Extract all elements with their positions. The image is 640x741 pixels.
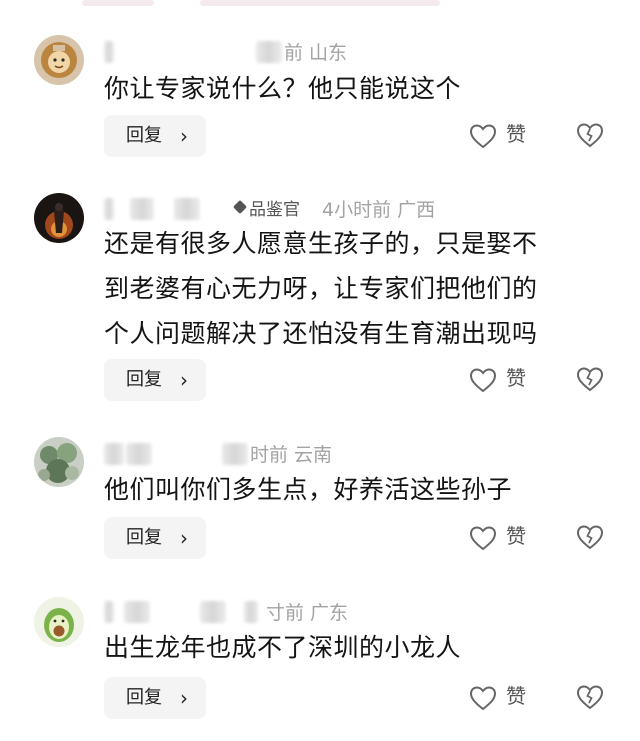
username-blurred	[200, 601, 226, 623]
like-button[interactable]: 赞	[468, 364, 538, 396]
reply-label: 回复	[126, 125, 162, 146]
broken-heart-icon	[576, 525, 604, 550]
dislike-button[interactable]	[575, 365, 605, 395]
broken-heart-icon	[576, 367, 604, 392]
comment-line: 你让专家说什么？他只能说这个	[104, 74, 462, 103]
chevron-right-icon: ›	[180, 686, 188, 710]
heart-outline-icon	[469, 526, 497, 551]
comment-meta: 寸前 广东	[104, 598, 444, 624]
like-label: 赞	[506, 684, 526, 708]
username-blurred	[256, 41, 282, 63]
comment-line: 个人问题解决了还怕没有生育潮出现吗	[104, 319, 538, 348]
reply-button[interactable]: 回复 ›	[104, 115, 206, 157]
like-label: 赞	[506, 122, 526, 146]
chevron-right-icon: ›	[180, 368, 188, 392]
dislike-button[interactable]	[575, 683, 605, 713]
username-blurred	[104, 41, 114, 63]
username-blurred	[104, 443, 124, 465]
comment-text: 你让专家说什么？他只能说这个	[104, 66, 461, 111]
username-blurred	[174, 198, 200, 220]
like-label: 赞	[506, 366, 526, 390]
comment-meta: 品鉴官 4小时前 广西	[104, 195, 484, 221]
reply-label: 回复	[126, 527, 162, 548]
heart-outline-icon	[469, 124, 497, 149]
avatar[interactable]	[34, 193, 84, 243]
comment-line: 他们叫你们多生点，好养活这些孙子	[104, 475, 513, 504]
like-button[interactable]: 赞	[468, 682, 538, 714]
dislike-button[interactable]	[575, 523, 605, 553]
comment-meta: 时前 云南	[104, 440, 404, 466]
avatar[interactable]	[34, 597, 84, 647]
avatar[interactable]	[34, 437, 84, 487]
comment-text: 他们叫你们多生点，好养活这些孙子	[104, 467, 512, 512]
time-location: 4小时前 广西	[322, 199, 436, 221]
username-blurred	[244, 601, 258, 623]
comment-meta: 前 山东	[104, 38, 404, 64]
username-blurred	[222, 443, 248, 465]
reply-button[interactable]: 回复 ›	[104, 359, 206, 401]
time-location: 寸前 广东	[266, 602, 349, 624]
time-location: 时前 云南	[250, 444, 333, 466]
reply-button[interactable]: 回复 ›	[104, 677, 206, 719]
reply-label: 回复	[126, 687, 162, 708]
comment-line: 还是有很多人愿意生孩子的，只是娶不	[104, 229, 538, 258]
comment-line: 到老婆有心无力呀，让专家们把他们的	[104, 274, 538, 303]
user-badge: 品鉴官	[249, 195, 300, 220]
reply-label: 回复	[126, 369, 162, 390]
like-button[interactable]: 赞	[468, 120, 538, 152]
broken-heart-icon	[576, 685, 604, 710]
reply-button[interactable]: 回复 ›	[104, 517, 206, 559]
time-location: 前 山东	[284, 42, 348, 64]
like-label: 赞	[506, 524, 526, 548]
heart-outline-icon	[469, 368, 497, 393]
username-blurred	[126, 443, 152, 465]
like-button[interactable]: 赞	[468, 522, 538, 554]
chevron-right-icon: ›	[180, 124, 188, 148]
comment-line: 出生龙年也成不了深圳的小龙人	[104, 633, 462, 662]
username-blurred	[130, 198, 154, 220]
avatar[interactable]	[34, 35, 84, 85]
comment-text: 出生龙年也成不了深圳的小龙人	[104, 625, 461, 670]
heart-outline-icon	[469, 686, 497, 711]
username-blurred	[124, 601, 150, 623]
broken-heart-icon	[576, 123, 604, 148]
username-blurred	[104, 198, 114, 220]
chevron-right-icon: ›	[180, 526, 188, 550]
top-edge-fade	[0, 0, 640, 8]
username-blurred	[104, 601, 114, 623]
comment-text: 还是有很多人愿意生孩子的，只是娶不 到老婆有心无力呀，让专家们把他们的 个人问题…	[104, 221, 538, 356]
dislike-button[interactable]	[575, 121, 605, 151]
